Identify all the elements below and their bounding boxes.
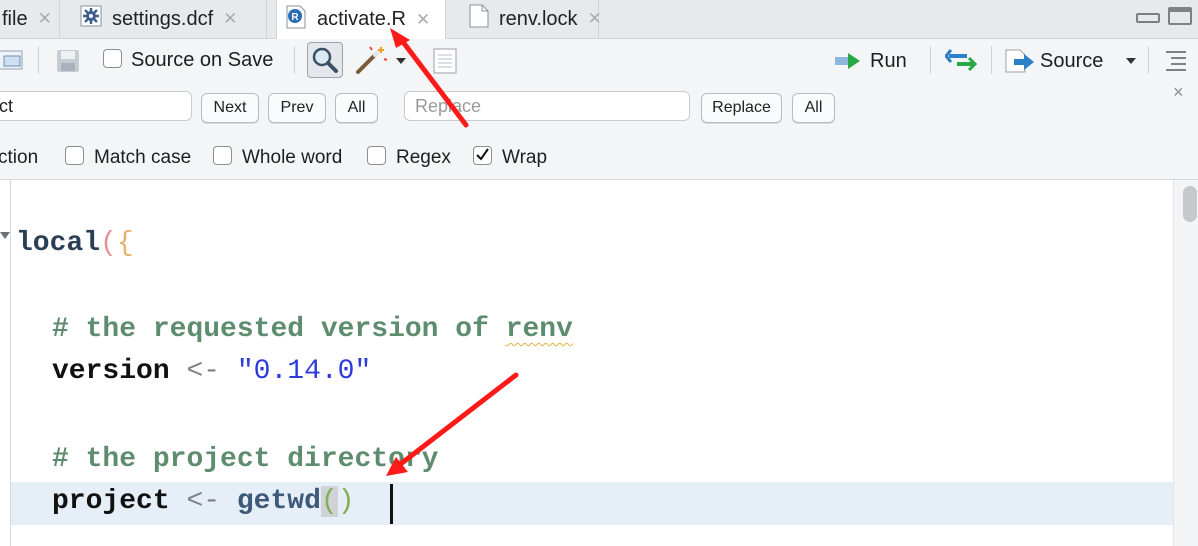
toolbar-separator bbox=[1148, 46, 1149, 74]
show-in-new-window-icon[interactable] bbox=[0, 47, 28, 73]
document-icon bbox=[469, 4, 489, 34]
text-cursor bbox=[390, 484, 393, 524]
code-comment: # bbox=[52, 444, 69, 475]
regex-checkbox[interactable] bbox=[367, 146, 386, 165]
code-paren: ) bbox=[337, 486, 355, 517]
code-comment: # bbox=[52, 314, 69, 345]
source-label: Source bbox=[1040, 49, 1104, 72]
chevron-down-icon[interactable] bbox=[1126, 58, 1136, 64]
tab-settings-dcf[interactable]: settings.dcf ✕ bbox=[62, 0, 267, 38]
code-paren: ( bbox=[320, 486, 338, 517]
replace-all-button[interactable]: All bbox=[792, 93, 835, 123]
code-variable: project bbox=[52, 486, 170, 517]
rerun-icon[interactable] bbox=[945, 48, 979, 72]
search-icon bbox=[312, 47, 338, 73]
find-replace-button[interactable] bbox=[307, 42, 343, 78]
svg-text:R: R bbox=[291, 12, 299, 23]
tab-label: renv.lock bbox=[499, 7, 578, 30]
code-keyword: local bbox=[16, 228, 101, 259]
code-brace: { bbox=[116, 228, 134, 259]
tab-label: settings.dcf bbox=[112, 7, 214, 30]
close-icon[interactable]: ✕ bbox=[588, 9, 602, 29]
whole-word-checkbox[interactable] bbox=[213, 146, 232, 165]
toolbar-separator bbox=[38, 46, 39, 74]
save-icon[interactable] bbox=[56, 49, 80, 73]
toolbar-separator bbox=[991, 46, 992, 74]
code-line: # the project directory bbox=[52, 444, 438, 475]
find-prev-button[interactable]: Prev bbox=[268, 93, 326, 123]
chevron-down-icon[interactable] bbox=[396, 58, 406, 64]
close-icon[interactable]: ✕ bbox=[223, 9, 237, 29]
replace-input[interactable]: Replace bbox=[404, 91, 690, 121]
code-operator: <- bbox=[186, 356, 221, 387]
gear-icon bbox=[80, 5, 102, 33]
run-button[interactable]: Run bbox=[834, 46, 907, 76]
code-line: local({ bbox=[16, 228, 134, 259]
magic-wand-icon[interactable] bbox=[354, 45, 388, 75]
toolbar-separator bbox=[294, 46, 295, 74]
gutter-divider bbox=[10, 180, 11, 546]
code-line: # the requested version of renv bbox=[52, 314, 573, 345]
source-icon bbox=[1005, 49, 1034, 73]
run-label: Run bbox=[870, 49, 907, 72]
whole-word-label: Whole word bbox=[242, 147, 343, 168]
find-input[interactable]: ct bbox=[0, 91, 192, 121]
vertical-scrollbar[interactable] bbox=[1173, 180, 1198, 546]
find-replace-bar: ct Next Prev All Replace Replace All cti… bbox=[0, 81, 1198, 180]
source-on-save-label: Source on Save bbox=[131, 49, 274, 71]
wrap-label: Wrap bbox=[502, 147, 548, 168]
compile-report-icon[interactable] bbox=[432, 48, 458, 74]
tab-activate-r[interactable]: R activate.R ✕ bbox=[276, 0, 446, 39]
wrap-checkbox[interactable] bbox=[473, 146, 492, 165]
code-paren: ( bbox=[100, 228, 117, 259]
checkmark-icon bbox=[476, 148, 489, 161]
code-line: project <- getwd() bbox=[52, 486, 355, 517]
minimize-pane-icon[interactable] bbox=[1136, 13, 1160, 23]
code-line: version <- "0.14.0" bbox=[52, 356, 371, 387]
editor-tab-bar: file ✕ settings.dcf ✕ R activate.R ✕ ren… bbox=[0, 0, 1198, 39]
toolbar-separator bbox=[930, 46, 931, 74]
regex-label: Regex bbox=[396, 147, 451, 168]
code-operator: <- bbox=[186, 486, 221, 517]
code-comment: the project directory bbox=[85, 444, 439, 475]
tab-label: file bbox=[2, 7, 28, 30]
r-file-icon: R bbox=[285, 5, 307, 35]
run-arrow-icon bbox=[835, 53, 860, 69]
fold-marker-icon[interactable] bbox=[0, 232, 10, 239]
tab-renv-lock[interactable]: renv.lock ✕ bbox=[451, 0, 602, 38]
source-button[interactable]: Source bbox=[1004, 46, 1103, 76]
tab-label: activate.R bbox=[317, 8, 406, 30]
code-function: getwd bbox=[236, 486, 321, 517]
find-all-button[interactable]: All bbox=[335, 93, 378, 123]
in-selection-label[interactable]: ction bbox=[0, 147, 38, 169]
maximize-pane-icon[interactable] bbox=[1168, 7, 1192, 25]
code-variable: version bbox=[52, 356, 170, 387]
editor-toolbar: Source on Save Run Source bbox=[0, 39, 1198, 82]
code-string: "0.14.0" bbox=[236, 356, 372, 387]
spellcheck-word: renv bbox=[505, 314, 573, 345]
close-icon[interactable]: ✕ bbox=[38, 9, 52, 29]
tab-file[interactable]: file ✕ bbox=[0, 0, 60, 38]
close-find-bar-icon[interactable]: × bbox=[1173, 82, 1184, 103]
scrollbar-thumb[interactable] bbox=[1183, 186, 1197, 222]
replace-button[interactable]: Replace bbox=[701, 93, 782, 123]
document-outline-icon[interactable] bbox=[1164, 49, 1188, 71]
find-next-button[interactable]: Next bbox=[201, 93, 259, 123]
source-on-save-checkbox[interactable] bbox=[103, 49, 122, 68]
code-comment: the requested version of bbox=[85, 314, 489, 345]
match-case-checkbox[interactable] bbox=[65, 146, 84, 165]
match-case-label: Match case bbox=[94, 147, 192, 168]
close-icon[interactable]: ✕ bbox=[416, 10, 430, 30]
